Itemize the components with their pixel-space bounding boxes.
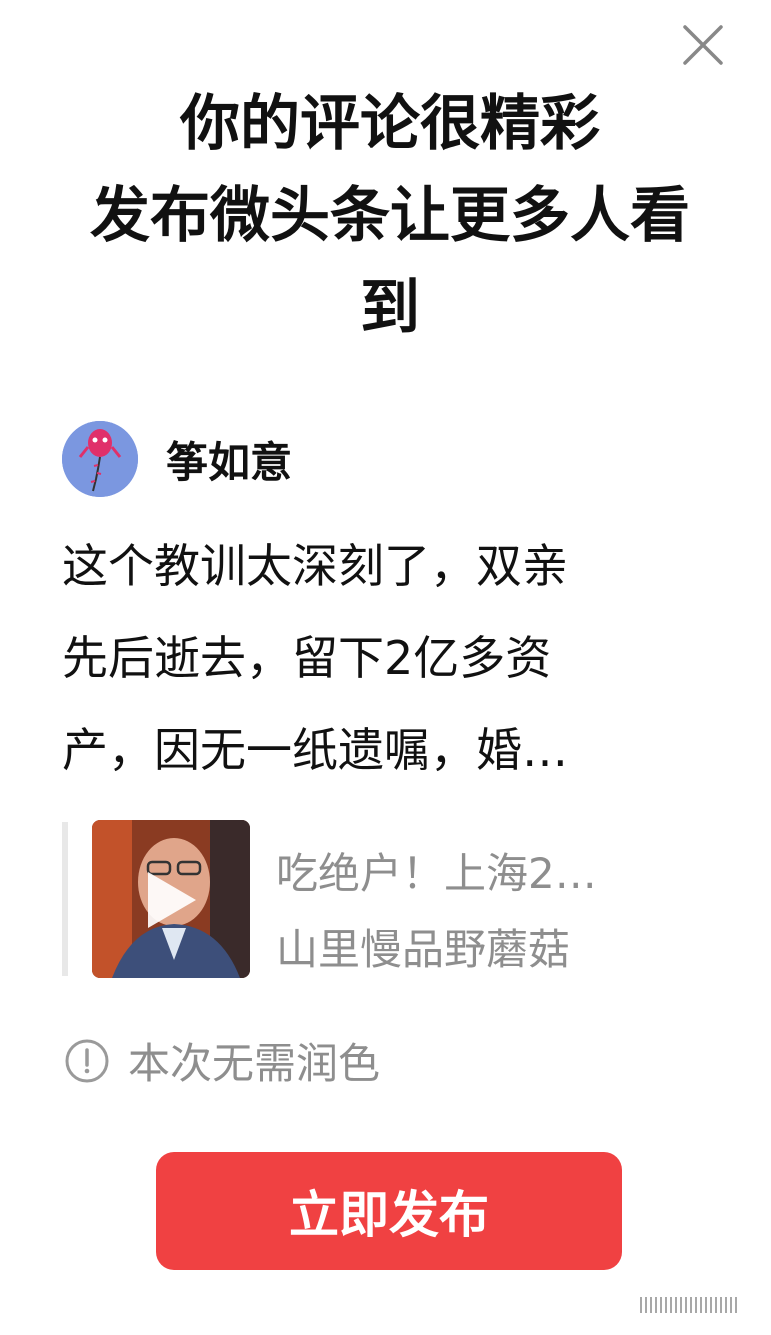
info-icon xyxy=(65,1039,109,1082)
comment-line: 产，因无一纸遗嘱，婚… xyxy=(62,723,568,777)
quote-bar xyxy=(62,822,68,976)
play-icon xyxy=(148,872,196,928)
quoted-video-author: 山里慢品野蘑菇 xyxy=(276,925,571,974)
headline-line: 你的评论很精彩 xyxy=(180,89,600,159)
author-row: 筝如意 xyxy=(62,420,292,498)
watermark xyxy=(640,1294,752,1316)
quoted-video-card[interactable]: 吃绝户！上海2… 山里慢品野蘑菇 xyxy=(62,820,722,978)
comment-line: 先后逝去，留下2亿多资 xyxy=(62,631,552,685)
headline-line: 发布微头条让更多人看 xyxy=(90,181,690,251)
author-name[interactable]: 筝如意 xyxy=(166,429,292,490)
avatar[interactable] xyxy=(62,421,138,497)
publish-button[interactable]: 立即发布 xyxy=(156,1152,622,1270)
comment-line: 这个教训太深刻了，双亲 xyxy=(62,539,568,593)
close-button[interactable] xyxy=(680,22,726,68)
polish-notice: 本次无需润色 xyxy=(64,1030,380,1091)
video-thumbnail[interactable] xyxy=(92,820,250,978)
notice-text: 本次无需润色 xyxy=(128,1039,381,1088)
close-icon xyxy=(683,25,723,65)
quoted-video-title: 吃绝户！上海2… xyxy=(276,849,597,898)
dialog-headline: 你的评论很精彩 发布微头条让更多人看 到 xyxy=(60,78,720,354)
headline-line: 到 xyxy=(360,273,420,343)
kite-avatar-icon xyxy=(62,421,138,497)
comment-text: 这个教训太深刻了，双亲 先后逝去，留下2亿多资 产，因无一纸遗嘱，婚… xyxy=(62,520,702,796)
